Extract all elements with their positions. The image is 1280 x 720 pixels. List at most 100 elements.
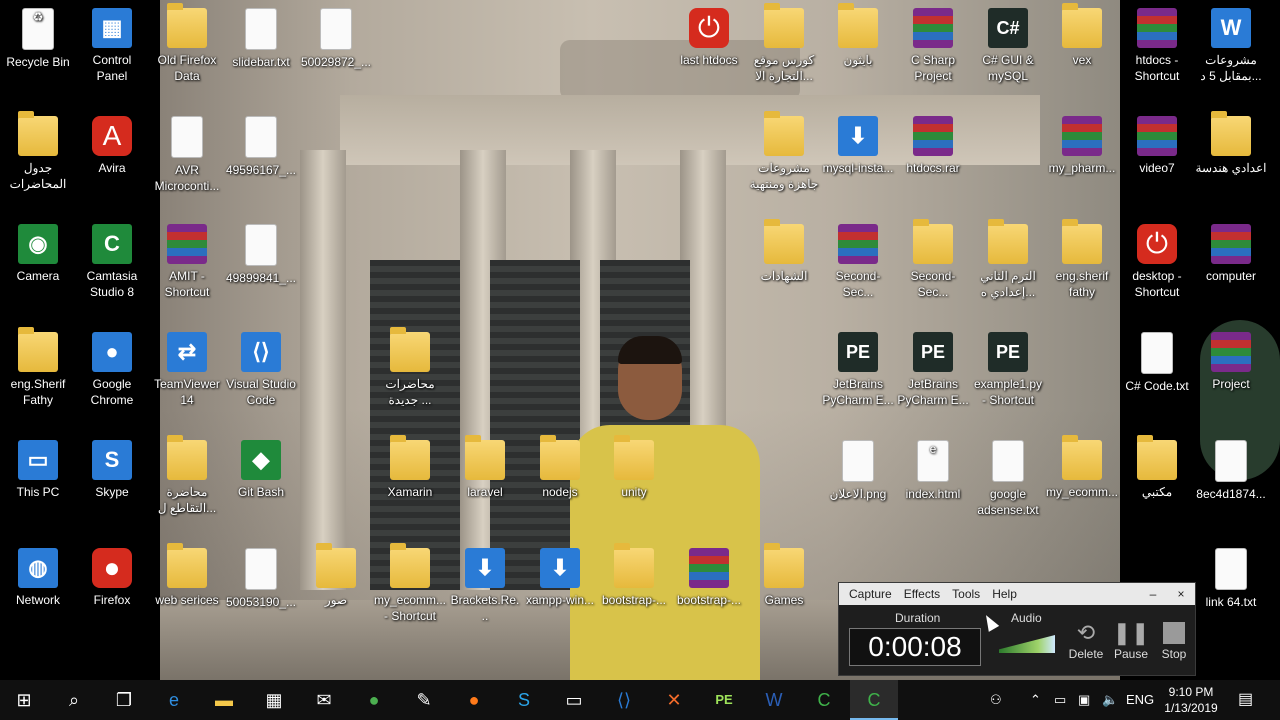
desktop-icon[interactable]: web serices bbox=[149, 542, 225, 608]
people-icon[interactable]: ⚇ bbox=[990, 680, 1002, 720]
store-icon[interactable]: ▦ bbox=[250, 680, 298, 720]
network-tray-icon[interactable]: ▣ bbox=[1078, 680, 1090, 720]
desktop-icon[interactable]: الترم الثاني إعدادي ه... bbox=[970, 218, 1046, 300]
tray-chevron-icon[interactable]: ⌃ bbox=[1030, 680, 1041, 720]
capture-panel[interactable]: Capture Effects Tools Help – × Duration … bbox=[838, 582, 1196, 676]
desktop-icon[interactable]: my_ecomm... - Shortcut bbox=[372, 542, 448, 624]
menu-capture[interactable]: Capture bbox=[843, 587, 898, 601]
menu-tools[interactable]: Tools bbox=[946, 587, 986, 601]
camtasia-icon[interactable]: C bbox=[800, 680, 848, 720]
desktop-icon[interactable]: htdocs.rar bbox=[895, 110, 971, 176]
desktop-icon[interactable]: صور bbox=[298, 542, 374, 608]
start-icon[interactable]: ⊞ bbox=[0, 680, 48, 720]
desktop-icon[interactable]: my_pharm... bbox=[1044, 110, 1120, 176]
desktop-icon[interactable]: ⬇ xampp-win... bbox=[522, 542, 598, 608]
vscode-icon[interactable]: ⟨⟩ bbox=[600, 680, 648, 720]
desktop-icon[interactable]: ◆ Git Bash bbox=[223, 434, 299, 500]
desktop-icon[interactable]: ⏻ desktop - Shortcut bbox=[1119, 218, 1195, 300]
desktop-icon[interactable]: محاضرات جديدة ... bbox=[372, 326, 448, 408]
desktop-icon[interactable]: A Avira bbox=[74, 110, 150, 176]
pycharm-icon[interactable]: PE bbox=[700, 680, 748, 720]
desktop-icon[interactable]: video7 bbox=[1119, 110, 1195, 176]
desktop-icon[interactable]: W مشروعات بمقابل 5 د... bbox=[1193, 2, 1269, 84]
desktop-icon[interactable]: slidebar.txt bbox=[223, 2, 299, 70]
desktop-icon[interactable]: 49596167_... bbox=[223, 110, 299, 178]
desktop-icon[interactable]: computer bbox=[1193, 218, 1269, 284]
desktop-icon[interactable]: بايثون bbox=[820, 2, 896, 68]
desktop-icon[interactable]: e index.html bbox=[895, 434, 971, 502]
desktop-icon[interactable]: nodejs bbox=[522, 434, 598, 500]
desktop-icon[interactable]: unity bbox=[596, 434, 672, 500]
menu-help[interactable]: Help bbox=[986, 587, 1023, 601]
mail-icon[interactable]: ✉ bbox=[300, 680, 348, 720]
camtasia-recorder-icon[interactable]: C bbox=[850, 680, 898, 720]
desktop-icon[interactable]: ◍ Network bbox=[0, 542, 76, 608]
desktop-icon[interactable]: محاضرة التقاطع ل... bbox=[149, 434, 225, 516]
desktop-icon[interactable]: ▦ Control Panel bbox=[74, 2, 150, 84]
desktop-icon[interactable]: laravel bbox=[447, 434, 523, 500]
language-indicator[interactable]: ENG bbox=[1126, 680, 1154, 720]
desktop-icon[interactable]: bootstrap-... bbox=[671, 542, 747, 608]
desktop-icon[interactable]: my_ecomm... bbox=[1044, 434, 1120, 500]
desktop-icon[interactable]: ⬇ Brackets.Re... bbox=[447, 542, 523, 624]
desktop-icon[interactable]: Second-Sec... bbox=[820, 218, 896, 300]
desktop-icon[interactable]: 8ec4d1874... bbox=[1193, 434, 1269, 502]
desktop-icon[interactable]: C# Code.txt bbox=[1119, 326, 1195, 394]
search-icon[interactable]: ⌕ bbox=[50, 680, 98, 720]
desktop-icon[interactable]: google adsense.txt bbox=[970, 434, 1046, 518]
delete-button[interactable]: ⟲ Delete bbox=[1066, 619, 1106, 661]
pause-button[interactable]: ❚❚ Pause bbox=[1111, 619, 1151, 661]
desktop-icon[interactable]: ▭ This PC bbox=[0, 434, 76, 500]
clock[interactable]: 9:10 PM 1/13/2019 bbox=[1158, 684, 1224, 716]
desktop-icon[interactable]: S Skype bbox=[74, 434, 150, 500]
desktop-icon[interactable]: ⇄ TeamViewer 14 bbox=[149, 326, 225, 408]
desktop-icon[interactable]: AVR Microconti... bbox=[149, 110, 225, 194]
desktop-icon[interactable]: Xamarin bbox=[372, 434, 448, 500]
desktop-icon[interactable]: ⬇ mysql-insta... bbox=[820, 110, 896, 176]
desktop-icon[interactable]: ⟨⟩ Visual Studio Code bbox=[223, 326, 299, 408]
desktop-icon[interactable]: 50029872_... bbox=[298, 2, 374, 70]
minimize-button[interactable]: – bbox=[1139, 587, 1167, 601]
notifications-icon[interactable]: ▤ bbox=[1238, 680, 1253, 720]
desktop-icon[interactable]: 50053190_... bbox=[223, 542, 299, 610]
desktop-icon[interactable]: Project bbox=[1193, 326, 1269, 392]
desktop-icon[interactable]: ⏻ last htdocs bbox=[671, 2, 747, 68]
desktop-icon[interactable]: PE JetBrains PyCharm E... bbox=[820, 326, 896, 408]
terminal-icon[interactable]: ▭ bbox=[550, 680, 598, 720]
desktop-icon[interactable]: PE JetBrains PyCharm E... bbox=[895, 326, 971, 408]
firefox-icon[interactable]: ● bbox=[450, 680, 498, 720]
battery-icon[interactable]: ▭ bbox=[1054, 680, 1066, 720]
desktop-icon[interactable]: كورس موقع التجارة الا... bbox=[746, 2, 822, 84]
desktop-icon[interactable]: اعدادي هندسة bbox=[1193, 110, 1269, 176]
desktop-icon[interactable]: PE example1.py - Shortcut bbox=[970, 326, 1046, 408]
desktop-icon[interactable]: Second-Sec... bbox=[895, 218, 971, 300]
desktop-icon[interactable]: vex bbox=[1044, 2, 1120, 68]
desktop-icon[interactable]: C# C# GUI & mySQL bbox=[970, 2, 1046, 84]
desktop-icon[interactable]: eng.sherif fathy bbox=[1044, 218, 1120, 300]
desktop-icon[interactable]: مكتبي bbox=[1119, 434, 1195, 500]
stop-button[interactable]: Stop bbox=[1154, 619, 1194, 661]
chrome-icon[interactable]: ● bbox=[350, 680, 398, 720]
edge-icon[interactable]: e bbox=[150, 680, 198, 720]
desktop-icon[interactable]: 49899841_... bbox=[223, 218, 299, 286]
skype-icon[interactable]: S bbox=[500, 680, 548, 720]
desktop-icon[interactable]: ◉ Camera bbox=[0, 218, 76, 284]
desktop-icon[interactable]: bootstrap-... bbox=[596, 542, 672, 608]
desktop-icon[interactable]: مشروعات جاهزة ومنتهية bbox=[746, 110, 822, 192]
desktop-icon[interactable]: C Sharp Project bbox=[895, 2, 971, 84]
desktop-icon[interactable]: Old Firefox Data bbox=[149, 2, 225, 84]
close-button[interactable]: × bbox=[1167, 587, 1195, 601]
task-view-icon[interactable]: ❐ bbox=[100, 680, 148, 720]
paint-icon[interactable]: ✎ bbox=[400, 680, 448, 720]
desktop-icon[interactable]: C Camtasia Studio 8 bbox=[74, 218, 150, 300]
desktop-icon[interactable]: الاعلان.png bbox=[820, 434, 896, 502]
desktop-icon[interactable]: htdocs - Shortcut bbox=[1119, 2, 1195, 84]
desktop-icon[interactable]: ● Google Chrome bbox=[74, 326, 150, 408]
menu-effects[interactable]: Effects bbox=[898, 587, 946, 601]
desktop-icon[interactable]: AMIT - Shortcut bbox=[149, 218, 225, 300]
xampp-icon[interactable]: ✕ bbox=[650, 680, 698, 720]
word-icon[interactable]: W bbox=[750, 680, 798, 720]
desktop-icon[interactable]: جدول المحاضرات bbox=[0, 110, 76, 192]
desktop-icon[interactable]: ● Firefox bbox=[74, 542, 150, 608]
desktop-icon[interactable]: الشهادات bbox=[746, 218, 822, 284]
